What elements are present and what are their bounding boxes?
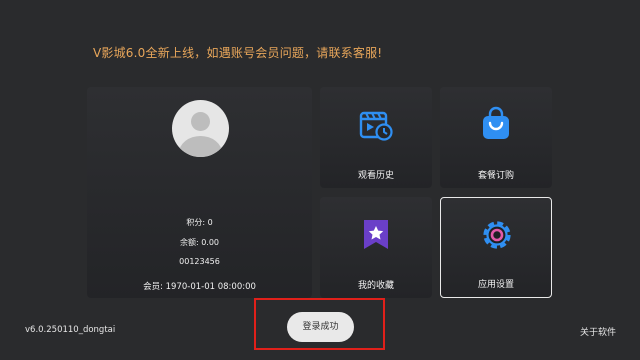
tile-package-subscription-label: 套餐订购 bbox=[477, 171, 514, 181]
history-icon bbox=[359, 111, 393, 141]
tile-my-favorites-label: 我的收藏 bbox=[357, 281, 394, 291]
shopping-bag-icon bbox=[483, 106, 509, 139]
tile-watch-history-label: 观看历史 bbox=[357, 171, 394, 181]
tile-app-settings-label: 应用设置 bbox=[477, 280, 514, 290]
tile-my-favorites[interactable]: 我的收藏 bbox=[320, 197, 432, 298]
tile-app-settings[interactable]: 应用设置 bbox=[440, 197, 552, 298]
about-software-link[interactable]: 关于软件 bbox=[580, 325, 616, 338]
settings-gear-icon bbox=[483, 221, 511, 249]
avatar-body bbox=[179, 136, 222, 157]
favorites-star-icon bbox=[364, 220, 388, 249]
balance-label: 余额: 0.00 bbox=[179, 238, 220, 247]
membership-expiry-label: 会员: 1970-01-01 08:00:00 bbox=[143, 282, 256, 292]
user-profile-card[interactable]: 积分: 0 余额: 0.00 00123456 会员: 1970-01-01 0… bbox=[87, 87, 312, 298]
points-label: 积分: 0 bbox=[186, 218, 213, 227]
announcement-text: V影城6.0全新上线，如遇账号会员问题，请联系客服! bbox=[93, 46, 383, 60]
tile-watch-history[interactable]: 观看历史 bbox=[320, 87, 432, 188]
tile-package-subscription[interactable]: 套餐订购 bbox=[440, 87, 552, 188]
user-id-label: 00123456 bbox=[179, 257, 220, 266]
login-success-toast: 登录成功 bbox=[287, 312, 354, 342]
app-version: v6.0.250110_dongtai bbox=[25, 325, 116, 335]
avatar-head bbox=[191, 112, 210, 131]
avatar bbox=[172, 100, 229, 157]
